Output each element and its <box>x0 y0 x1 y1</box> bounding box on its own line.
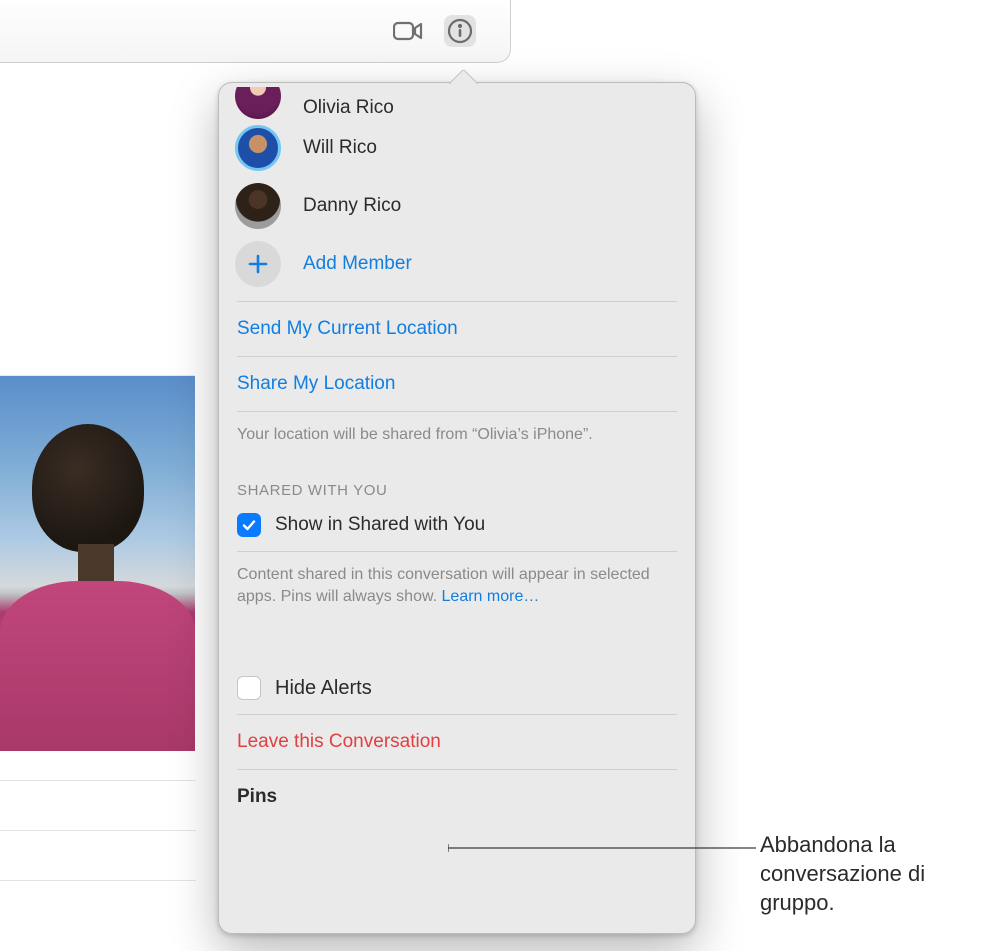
member-name: Will Rico <box>303 137 377 159</box>
annotation-text: Abbandona la conversazione di gruppo. <box>760 830 970 917</box>
member-name: Danny Rico <box>303 195 401 217</box>
share-location-hint: Your location will be shared from “Olivi… <box>237 412 677 476</box>
divider <box>0 780 196 781</box>
avatar <box>235 125 281 171</box>
member-row[interactable]: Danny Rico <box>235 177 683 235</box>
avatar <box>235 87 281 119</box>
leave-conversation-button[interactable]: Leave this Conversation <box>237 715 677 770</box>
divider <box>0 880 196 881</box>
learn-more-link[interactable]: Learn more… <box>442 588 540 605</box>
members-list: Olivia Rico Will Rico Danny Rico Add Mem… <box>219 83 695 293</box>
shared-with-you-description: Content shared in this conversation will… <box>237 552 677 617</box>
shared-with-you-header: SHARED WITH YOU <box>237 476 677 509</box>
member-row[interactable]: Will Rico <box>235 119 683 177</box>
plus-icon <box>235 241 281 287</box>
member-row[interactable]: Olivia Rico <box>235 87 683 119</box>
conversation-photo <box>0 375 195 751</box>
share-location-button[interactable]: Share My Location <box>237 357 677 412</box>
send-location-button[interactable]: Send My Current Location <box>237 301 677 357</box>
video-call-button[interactable] <box>392 15 424 47</box>
window-titlebar <box>0 0 511 63</box>
divider <box>0 830 196 831</box>
show-in-shared-row[interactable]: Show in Shared with You <box>237 509 677 552</box>
details-popover: Olivia Rico Will Rico Danny Rico Add Mem… <box>218 82 696 934</box>
hide-alerts-label: Hide Alerts <box>275 677 372 700</box>
show-in-shared-label: Show in Shared with You <box>275 514 485 536</box>
pins-header: Pins <box>237 770 677 824</box>
hide-alerts-checkbox[interactable] <box>237 676 261 700</box>
show-in-shared-checkbox[interactable] <box>237 513 261 537</box>
hide-alerts-row[interactable]: Hide Alerts <box>237 662 677 715</box>
member-name: Olivia Rico <box>303 97 394 119</box>
add-member-button[interactable]: Add Member <box>235 235 683 293</box>
add-member-label: Add Member <box>303 253 412 275</box>
avatar <box>235 183 281 229</box>
info-button[interactable] <box>444 15 476 47</box>
